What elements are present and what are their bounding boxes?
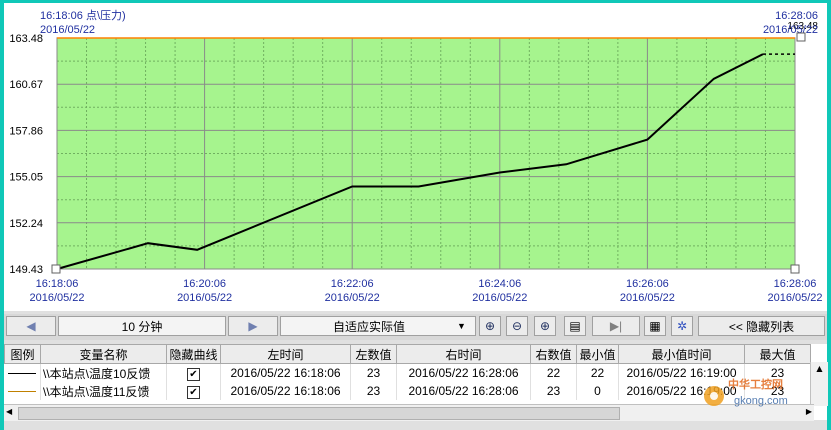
interval-field[interactable]: 10 分钟 xyxy=(58,316,226,336)
trend-chart[interactable]: 16:18:06 点\压力) 2016/05/22 16:28:06 163.4… xyxy=(0,0,831,312)
col-right-value[interactable]: 右数值 xyxy=(530,344,577,364)
y-tick-label: 157.86 xyxy=(9,125,43,137)
left-time: 2016/05/22 16:18:06 xyxy=(220,363,351,382)
scroll-thumb[interactable] xyxy=(18,407,620,420)
printer-icon: ▤ xyxy=(569,319,581,333)
y-tick-label: 149.43 xyxy=(9,264,43,276)
variable-name: \\本站点\温度10反馈 xyxy=(40,363,167,382)
clipboard-icon: ▦ xyxy=(649,319,661,333)
table-header: 图例 变量名称 隐藏曲线 左时间 左数值 右时间 右数值 最小值 最小值时间 最… xyxy=(4,344,811,364)
left-value: 23 xyxy=(350,382,397,400)
x-tick-time: 16:28:06 xyxy=(774,278,817,290)
x-tick-time: 16:22:06 xyxy=(331,278,374,290)
x-tick-time: 16:20:06 xyxy=(183,278,226,290)
scroll-left-button[interactable]: ◀ xyxy=(6,316,56,336)
gear-icon: ✲ xyxy=(676,319,688,333)
zoom-in-button[interactable]: ⊕ xyxy=(479,316,501,336)
x-axis-ticks: 16:18:06 2016/05/22 16:20:06 2016/05/22 16:2… xyxy=(29,278,822,304)
y-tick-label: 160.67 xyxy=(9,79,43,91)
left-value: 23 xyxy=(350,363,397,382)
copy-button[interactable]: ▦ xyxy=(644,316,666,336)
interval-label: 10 分钟 xyxy=(121,319,163,334)
scroll-right-button[interactable]: ▶ xyxy=(228,316,278,336)
play-to-end-icon: ▶| xyxy=(609,319,623,333)
svg-text:gkong.com: gkong.com xyxy=(734,395,788,407)
col-hide-curve[interactable]: 隐藏曲线 xyxy=(166,344,221,364)
gear-logo-icon: 中华工控网 gkong.com xyxy=(704,377,788,407)
x-tick-time: 16:26:06 xyxy=(626,278,669,290)
y-tick-label: 163.48 xyxy=(9,33,43,45)
left-cursor-handle[interactable] xyxy=(51,264,61,274)
y-axis-ticks: 163.48 160.67 157.86 155.05 152.24 149.43 xyxy=(9,33,43,276)
horizontal-scrollbar[interactable]: ◀ ▶ xyxy=(4,404,814,421)
right-time: 2016/05/22 16:28:06 xyxy=(396,382,531,400)
zoom-out-icon: ⊖ xyxy=(511,319,523,333)
x-tick-date: 2016/05/22 xyxy=(472,292,527,304)
scale-mode-value: 自适应实际值 xyxy=(332,319,405,334)
col-right-time[interactable]: 右时间 xyxy=(396,344,531,364)
col-min[interactable]: 最小值 xyxy=(576,344,619,364)
zoom-fit-icon: ⊕ xyxy=(539,319,551,333)
left-time: 2016/05/22 16:18:06 xyxy=(220,382,351,400)
col-name[interactable]: 变量名称 xyxy=(40,344,167,364)
right-cursor-handle[interactable] xyxy=(790,264,800,274)
table-row[interactable]: \\本站点\温度11反馈 ✔ 2016/05/22 16:18:06 23 20… xyxy=(4,382,811,400)
x-tick-date: 2016/05/22 xyxy=(325,292,380,304)
x-tick-time: 16:24:06 xyxy=(478,278,521,290)
settings-button[interactable]: ✲ xyxy=(671,316,693,336)
hide-list-button[interactable]: << 隐藏列表 xyxy=(698,316,825,336)
svg-text:中华工控网: 中华工控网 xyxy=(728,377,783,391)
check-icon: ✔ xyxy=(187,385,200,399)
print-button[interactable]: ▤ xyxy=(564,316,586,336)
scale-mode-select[interactable]: 自适应实际值 ▼ xyxy=(280,316,476,336)
legend-swatch xyxy=(4,363,41,382)
hide-curve-checkbox[interactable]: ✔ xyxy=(166,382,221,400)
min-value: 0 xyxy=(576,382,619,400)
x-tick-date: 2016/05/22 xyxy=(177,292,232,304)
legend-swatch xyxy=(4,382,41,400)
zoom-out-button[interactable]: ⊖ xyxy=(506,316,528,336)
hide-curve-checkbox[interactable]: ✔ xyxy=(166,363,221,382)
top-left-title: 点\压力) xyxy=(86,9,126,22)
play-button[interactable]: ▶| xyxy=(592,316,640,336)
col-max[interactable]: 最大值 xyxy=(744,344,811,364)
trend-toolbar: ◀ 10 分钟 ▶ 自适应实际值 ▼ ⊕ ⊖ ⊕ ▤ ▶| ▦ ✲ << 隐藏列… xyxy=(4,314,827,340)
x-tick-date: 2016/05/22 xyxy=(29,292,84,304)
x-tick-date: 2016/05/22 xyxy=(767,292,822,304)
right-value: 23 xyxy=(530,382,577,400)
col-legend[interactable]: 图例 xyxy=(4,344,41,364)
y-tick-label: 152.24 xyxy=(9,218,43,230)
right-arrow-icon: ▶ xyxy=(248,319,258,333)
col-left-time[interactable]: 左时间 xyxy=(220,344,351,364)
col-left-value[interactable]: 左数值 xyxy=(350,344,397,364)
top-left-time: 16:18:06 xyxy=(40,10,83,22)
right-time: 2016/05/22 16:28:06 xyxy=(396,363,531,382)
y-tick-label: 155.05 xyxy=(9,172,43,184)
variable-name: \\本站点\温度11反馈 xyxy=(40,382,167,400)
watermark-logo: 中华工控网 gkong.com xyxy=(700,374,820,410)
right-value: 22 xyxy=(530,363,577,382)
col-min-time[interactable]: 最小值时间 xyxy=(618,344,745,364)
x-tick-date: 2016/05/22 xyxy=(620,292,675,304)
min-value: 22 xyxy=(576,363,619,382)
x-tick-time: 16:18:06 xyxy=(36,278,79,290)
zoom-fit-button[interactable]: ⊕ xyxy=(534,316,556,336)
right-value-marker[interactable] xyxy=(796,32,806,42)
hide-list-label: << 隐藏列表 xyxy=(728,319,795,334)
top-left-date: 2016/05/22 xyxy=(40,24,95,36)
table-row[interactable]: \\本站点\温度10反馈 ✔ 2016/05/22 16:18:06 23 20… xyxy=(4,363,811,382)
zoom-in-icon: ⊕ xyxy=(484,319,496,333)
top-right-date: 2016/05/22 xyxy=(763,24,818,36)
chevron-down-icon: ▼ xyxy=(457,321,466,331)
scroll-left-icon[interactable]: ◀ xyxy=(6,407,12,416)
check-icon: ✔ xyxy=(187,367,200,381)
left-arrow-icon: ◀ xyxy=(26,319,36,333)
